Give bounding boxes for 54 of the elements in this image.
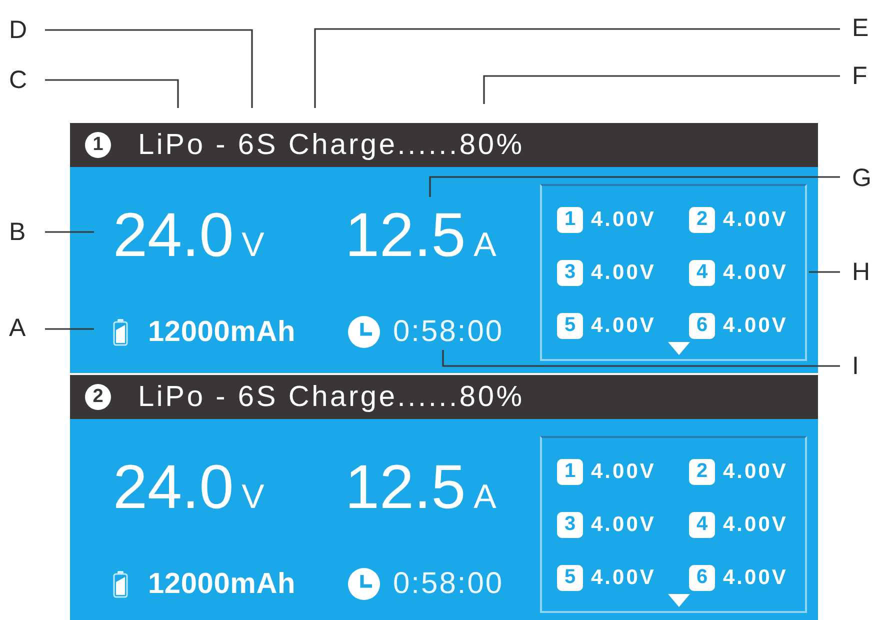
cell-voltage: 4.00V (723, 314, 788, 338)
cell-voltage: 4.00V (723, 260, 788, 284)
channel-status-text: LiPo - 6S Charge......80% (138, 130, 524, 160)
cell-voltage: 4.00V (723, 460, 788, 484)
cell-number: 3 (557, 512, 583, 538)
clock-icon (348, 568, 380, 600)
battery-icon (113, 318, 128, 346)
callout-label: H (852, 260, 870, 284)
callout-label: I (852, 354, 859, 378)
cell-number: 1 (557, 458, 583, 484)
cell-number: 4 (689, 260, 715, 286)
callout-label: F (852, 64, 868, 88)
cell-voltage: 4.00V (591, 208, 656, 232)
callout-label: G (852, 166, 872, 190)
current-reading: 12.5 A (345, 205, 496, 267)
leader-line (45, 231, 94, 233)
cell-voltage: 4.00V (723, 566, 788, 590)
cell-number: 5 (557, 312, 583, 338)
capacity-reading: 12000mAh (148, 316, 296, 348)
callout-label: D (9, 18, 28, 42)
callout-label: A (9, 316, 26, 340)
cell-number: 2 (689, 206, 715, 232)
cell-number: 5 (557, 564, 583, 590)
cell-voltage: 4.00V (723, 208, 788, 232)
leader-line (809, 271, 840, 273)
channel-number: 1 (85, 132, 111, 158)
callout-label: C (9, 68, 28, 92)
callout-label: E (852, 16, 869, 40)
capacity-reading: 12000mAh (148, 568, 296, 600)
cell-number: 6 (689, 312, 715, 338)
voltage-reading: 24.0 V (113, 205, 264, 267)
channel-number: 2 (85, 384, 111, 410)
battery-icon (113, 570, 128, 598)
cell-voltage: 4.00V (591, 566, 656, 590)
cell-voltage: 4.00V (591, 314, 656, 338)
down-triangle-icon (668, 342, 690, 355)
elapsed-time: 0:58:00 (393, 315, 504, 349)
cell-voltage: 4.00V (591, 460, 656, 484)
cell-voltage: 4.00V (591, 260, 656, 284)
cell-voltage: 4.00V (591, 512, 656, 536)
cell-voltage: 4.00V (723, 512, 788, 536)
voltage-reading: 24.0 V (113, 457, 264, 519)
down-triangle-icon (668, 594, 690, 607)
channel-status-text: LiPo - 6S Charge......80% (138, 382, 524, 412)
cell-number: 6 (689, 564, 715, 590)
current-reading: 12.5 A (345, 457, 496, 519)
leader-line (45, 328, 94, 330)
cell-number: 1 (557, 206, 583, 232)
elapsed-time: 0:58:00 (393, 567, 504, 601)
cell-number: 2 (689, 458, 715, 484)
callout-label: B (9, 220, 26, 244)
cell-number: 3 (557, 260, 583, 286)
cell-number: 4 (689, 512, 715, 538)
clock-icon (348, 316, 380, 348)
